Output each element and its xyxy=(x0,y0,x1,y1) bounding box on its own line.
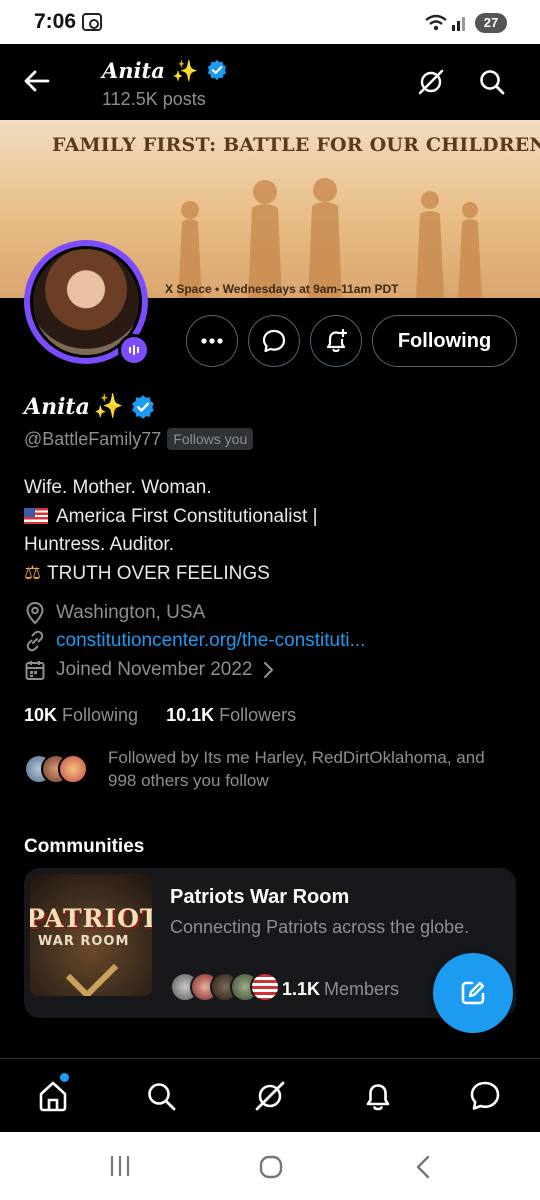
member-count-text: 1.1K Members xyxy=(282,979,399,1000)
nav-notifications[interactable] xyxy=(361,1079,395,1113)
handle-row: @BattleFamily77 Follows you xyxy=(24,428,254,450)
location-row: Washington, USA xyxy=(24,601,205,625)
nav-home[interactable] xyxy=(36,1079,70,1113)
notify-bell-icon xyxy=(326,328,348,353)
more-button[interactable] xyxy=(186,315,238,367)
joined-text: Joined November 2022 xyxy=(56,659,253,680)
community-name: Patriots War Room xyxy=(170,886,350,908)
profile-bio: Wife. Mother. Woman. America First Const… xyxy=(24,474,504,588)
website-row[interactable]: constitutioncenter.org/the-constituti... xyxy=(24,630,365,652)
communities-heading: Communities xyxy=(24,836,145,857)
follow-counts: 10K Following 10.1K Followers xyxy=(24,705,324,726)
nav-grok[interactable] xyxy=(253,1079,287,1113)
location-pin-icon xyxy=(26,601,44,625)
bottom-navigation xyxy=(0,1058,540,1132)
more-icon xyxy=(201,338,223,344)
system-navigation-bar xyxy=(0,1132,540,1200)
followers-count-link[interactable]: 10.1K Followers xyxy=(166,705,296,726)
sparkle-emoji: ✨ xyxy=(172,58,199,83)
home-notification-dot xyxy=(60,1073,69,1082)
mutual-avatars xyxy=(24,754,94,784)
bio-line: ⚖ TRUTH OVER FEELINGS xyxy=(24,560,504,589)
community-image-text: PATRIOTS xyxy=(30,904,152,933)
profile-handle: @BattleFamily77 xyxy=(24,428,162,449)
post-count: 112.5K posts xyxy=(102,89,206,109)
bio-line: Wife. Mother. Woman. xyxy=(24,477,212,498)
search-icon[interactable] xyxy=(478,68,506,96)
back-arrow-icon[interactable] xyxy=(22,66,52,96)
compose-icon xyxy=(461,981,485,1005)
chevron-right-icon xyxy=(264,661,274,679)
nav-search[interactable] xyxy=(144,1079,178,1113)
grok-icon[interactable] xyxy=(417,68,445,96)
compose-post-button[interactable] xyxy=(433,953,513,1033)
wifi-icon xyxy=(425,14,465,31)
recent-apps-icon[interactable] xyxy=(108,1154,132,1178)
space-schedule: Wednesdays at 9am-11am PDT xyxy=(222,282,399,296)
website-link[interactable]: constitutioncenter.org/the-constituti... xyxy=(56,630,365,652)
home-button-icon[interactable] xyxy=(258,1154,284,1180)
grok-icon xyxy=(255,1081,285,1111)
bio-line: America First Constitutionalist | xyxy=(24,503,504,532)
members-label: Members xyxy=(324,979,400,999)
community-description: Connecting Patriots across the globe. xyxy=(170,917,470,937)
subtitle-separator: • xyxy=(215,282,220,296)
profile-actions: Following xyxy=(0,315,540,367)
sparkle-emoji: ✨ xyxy=(93,393,124,420)
followers-label: Followers xyxy=(219,705,297,725)
search-icon xyxy=(148,1083,176,1111)
screenshot-icon xyxy=(82,13,102,31)
followed-by-text: Followed by Its me Harley, RedDirtOklaho… xyxy=(108,748,485,790)
following-button[interactable]: Following xyxy=(372,315,517,367)
notify-button[interactable] xyxy=(310,315,362,367)
x-space-label: X Space xyxy=(165,282,212,296)
bio-line-text: America First Constitutionalist | xyxy=(56,505,318,527)
follows-you-badge: Follows you xyxy=(167,428,254,450)
profile-name: Anita xyxy=(24,393,90,420)
profile-top-bar: Anita ✨ 112.5K posts xyxy=(0,44,540,120)
community-image-text: WAR ROOM xyxy=(38,934,130,949)
top-name-text: Anita xyxy=(102,58,165,83)
message-button[interactable] xyxy=(248,315,300,367)
following-count-link[interactable]: 10K Following xyxy=(24,705,138,726)
us-flag-icon xyxy=(24,507,48,524)
mutual-avatar xyxy=(58,754,88,784)
following-label: Following xyxy=(62,705,139,725)
profile-name-row: Anita ✨ xyxy=(24,392,156,421)
bio-line: Huntress. Auditor. xyxy=(24,534,174,555)
verified-badge-icon[interactable] xyxy=(130,394,156,420)
family-silhouette-image xyxy=(178,178,482,298)
notifications-icon xyxy=(366,1084,390,1111)
member-count: 1.1K xyxy=(282,979,321,999)
balance-scale-icon: ⚖ xyxy=(24,562,42,584)
community-image: PATRIOTS WAR ROOM xyxy=(30,874,152,996)
link-icon xyxy=(26,630,44,652)
home-icon xyxy=(39,1081,67,1112)
following-count: 10K xyxy=(24,705,58,725)
bio-line-text: TRUTH OVER FEELINGS xyxy=(47,562,270,584)
top-profile-name: Anita ✨ xyxy=(102,58,228,84)
nav-messages[interactable] xyxy=(468,1079,502,1113)
location-text: Washington, USA xyxy=(56,602,206,623)
followers-count: 10.1K xyxy=(166,705,215,725)
chevron-emblem-icon xyxy=(65,946,119,996)
status-bar: 7:06 27 xyxy=(0,0,540,44)
joined-row[interactable]: Joined November 2022 xyxy=(24,659,276,681)
banner-subtitle: X Space • Wednesdays at 9am-11am PDT xyxy=(165,282,398,296)
member-avatar xyxy=(250,972,280,1002)
battery-indicator: 27 xyxy=(475,13,507,33)
message-icon xyxy=(262,329,286,353)
banner-title: FAMILY FIRST: BATTLE FOR OUR CHILDREN & … xyxy=(52,134,540,156)
back-button-icon[interactable] xyxy=(412,1154,434,1180)
status-time: 7:06 xyxy=(34,10,77,33)
calendar-icon xyxy=(25,661,45,680)
messages-icon xyxy=(470,1081,500,1110)
verified-badge-icon xyxy=(207,59,226,81)
